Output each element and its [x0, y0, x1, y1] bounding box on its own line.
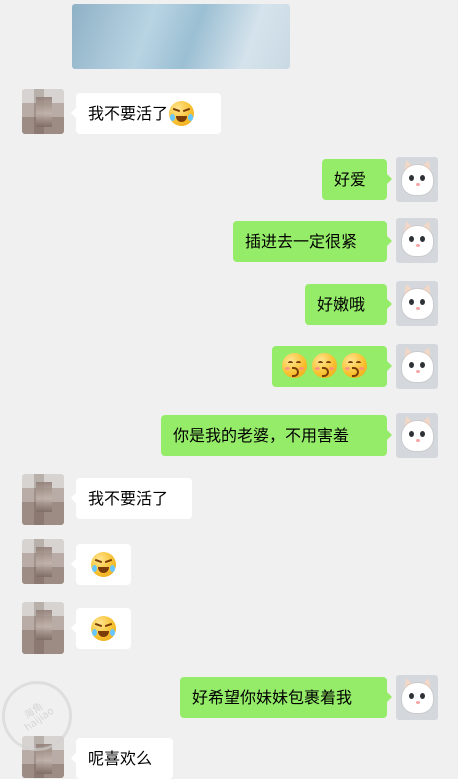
outgoing-emoji-bubble[interactable]	[272, 346, 392, 387]
cat-nose-icon	[416, 439, 420, 442]
incoming-message-bubble[interactable]: 我不要活了	[71, 93, 221, 134]
message-text: 好爱	[334, 170, 367, 189]
sender-avatar[interactable]	[22, 89, 64, 134]
cat-nose-icon	[416, 370, 420, 373]
cat-face-icon	[402, 289, 433, 319]
cat-eye-icon	[420, 362, 425, 368]
user-avatar[interactable]	[396, 675, 438, 720]
cat-eye-icon	[409, 431, 414, 437]
kissing-emoji-icon	[282, 352, 307, 378]
chat-conversation: 我不要活了 好爱 插进去一定很紧 好嫩哦 你是我的老婆，不用害羞 我不要活了 好…	[0, 0, 458, 779]
cat-eye-icon	[409, 362, 414, 368]
outgoing-message-bubble[interactable]: 你是我的老婆，不用害羞	[161, 415, 392, 456]
cat-eye-icon	[409, 236, 414, 242]
cat-nose-icon	[416, 183, 420, 186]
message-text: 呢喜欢么	[88, 749, 153, 768]
cat-eye-icon	[420, 431, 425, 437]
cat-face-icon	[402, 421, 433, 451]
cat-eye-icon	[409, 299, 414, 305]
user-avatar[interactable]	[396, 218, 438, 263]
crying-emoji-icon	[91, 615, 116, 641]
kissing-emoji-icon	[312, 352, 337, 378]
incoming-message-bubble[interactable]: 呢喜欢么	[71, 738, 173, 779]
sender-avatar[interactable]	[22, 539, 64, 584]
cat-face-icon	[402, 226, 433, 256]
message-text: 你是我的老婆，不用害羞	[173, 426, 350, 445]
incoming-emoji-bubble[interactable]	[71, 544, 131, 585]
shared-image-preview[interactable]	[72, 4, 290, 69]
cat-face-icon	[402, 352, 433, 382]
incoming-emoji-bubble[interactable]	[71, 608, 131, 649]
outgoing-message-bubble[interactable]: 好嫩哦	[305, 284, 392, 325]
message-text: 好嫩哦	[317, 295, 366, 314]
message-text: 好希望你妹妹包裹着我	[192, 688, 353, 707]
cat-face-icon	[402, 683, 433, 713]
cat-nose-icon	[416, 244, 420, 247]
user-avatar[interactable]	[396, 157, 438, 202]
cat-eye-icon	[409, 693, 414, 699]
user-avatar[interactable]	[396, 281, 438, 326]
outgoing-message-bubble[interactable]: 插进去一定很紧	[233, 221, 392, 262]
sender-avatar[interactable]	[22, 602, 64, 654]
cat-eye-icon	[420, 236, 425, 242]
message-text: 插进去一定很紧	[245, 232, 358, 251]
user-avatar[interactable]	[396, 413, 438, 458]
cat-eye-icon	[420, 299, 425, 305]
user-avatar[interactable]	[396, 344, 438, 389]
cat-nose-icon	[416, 701, 420, 704]
cat-eye-icon	[420, 693, 425, 699]
outgoing-message-bubble[interactable]: 好希望你妹妹包裹着我	[180, 677, 392, 718]
sender-avatar[interactable]	[22, 474, 64, 525]
cat-eye-icon	[409, 175, 414, 181]
kissing-emoji-icon	[342, 352, 367, 378]
outgoing-message-bubble[interactable]: 好爱	[322, 159, 392, 200]
cat-eye-icon	[420, 175, 425, 181]
message-text: 我不要活了	[88, 489, 169, 508]
watermark-stamp: 海角 haijiao	[0, 667, 86, 765]
incoming-message-bubble[interactable]: 我不要活了	[71, 478, 192, 519]
cat-face-icon	[402, 165, 433, 195]
crying-emoji-icon	[169, 100, 195, 126]
message-text: 我不要活了	[88, 104, 169, 123]
cat-nose-icon	[416, 307, 420, 310]
crying-emoji-icon	[91, 551, 116, 577]
